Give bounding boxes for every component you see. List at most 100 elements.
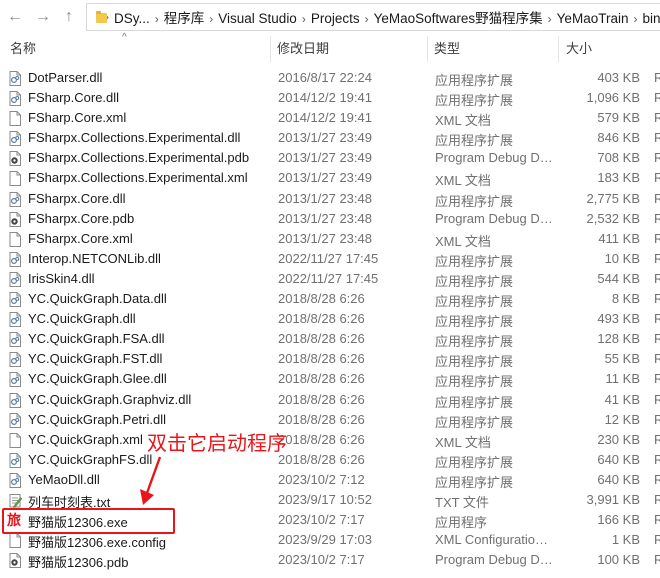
file-name: YC.QuickGraph.FSA.dll	[28, 331, 165, 347]
breadcrumb-item[interactable]: bin	[642, 11, 660, 26]
table-row[interactable]: YC.QuickGraph.Graphviz.dll 2018/8/28 6:26…	[0, 390, 660, 410]
truncated-column-text: R	[654, 210, 660, 226]
table-row[interactable]: FSharpx.Core.xml 2013/1/27 23:48 XML 文档 411…	[0, 229, 660, 249]
table-row[interactable]: YC.QuickGraph.Data.dll 2018/8/28 6:26 应用程序…	[0, 289, 660, 309]
pdb-icon	[9, 553, 21, 569]
file-type: 应用程序扩展	[435, 374, 514, 390]
file-date: 2013/1/27 23:48	[278, 210, 372, 226]
column-divider[interactable]	[558, 36, 559, 62]
file-type: 应用程序扩展	[435, 273, 514, 289]
file-size: 708 KB	[597, 150, 640, 166]
file-date: 2018/8/28 6:26	[278, 351, 365, 367]
dll-icon	[9, 472, 21, 488]
breadcrumb-item[interactable]: YeMaoTrain	[557, 11, 629, 26]
truncated-column-text: R	[654, 190, 660, 206]
truncated-column-text: R	[654, 552, 660, 568]
dll-icon	[9, 412, 21, 428]
file-type: XML 文档	[435, 113, 491, 129]
table-row[interactable]: FSharp.Core.xml 2014/12/2 19:41 XML 文档 579 …	[0, 108, 660, 128]
file-size: 544 KB	[597, 270, 640, 286]
dll-icon	[9, 372, 21, 388]
annotation-arrow	[140, 456, 162, 505]
table-row[interactable]: YC.QuickGraph.FST.dll 2018/8/28 6:26 应用程序扩…	[0, 349, 660, 369]
file-type: 应用程序扩展	[435, 354, 514, 370]
dll-icon	[9, 312, 21, 328]
table-row[interactable]: FSharpx.Collections.Experimental.pdb 2013…	[0, 148, 660, 168]
address-bar[interactable]: › DSy... › 程序库 › Visual Studio › Projects › YeMa…	[86, 3, 660, 31]
file-type: 应用程序扩展	[435, 474, 514, 490]
table-row[interactable]: YC.QuickGraph.FSA.dll 2018/8/28 6:26 应用程序扩…	[0, 329, 660, 349]
file-date: 2016/8/17 22:24	[278, 70, 372, 85]
table-row[interactable]: FSharpx.Collections.Experimental.xml 2013…	[0, 168, 660, 188]
table-row[interactable]: YC.QuickGraphFS.dll 2018/8/28 6:26 应用程序扩展 6…	[0, 450, 660, 470]
up-arrow-icon[interactable]: ↑	[58, 6, 80, 28]
column-type[interactable]: 类型	[434, 34, 460, 64]
table-row[interactable]: FSharpx.Core.dll 2013/1/27 23:48 应用程序扩展 2,7…	[0, 189, 660, 209]
table-row[interactable]: 野猫版12306.pdb 2023/10/2 7:17 Program Debug …	[0, 550, 660, 570]
table-row[interactable]: FSharp.Core.dll 2014/12/2 19:41 应用程序扩展 1,09…	[0, 88, 660, 108]
file-name: YeMaoDll.dll	[28, 471, 100, 487]
chevron-right-icon: ›	[301, 12, 306, 26]
table-row[interactable]: Interop.NETCONLib.dll 2022/11/27 17:45 应用程…	[0, 249, 660, 269]
breadcrumb-item[interactable]: Visual Studio	[218, 11, 297, 26]
file-size: 11 KB	[605, 371, 640, 387]
file-type: XML 文档	[435, 233, 491, 249]
column-divider[interactable]	[427, 36, 428, 62]
file-size: 100 KB	[597, 552, 640, 568]
txt-icon	[9, 493, 22, 508]
file-type: 应用程序扩展	[435, 414, 514, 430]
truncated-column-text: R	[654, 291, 660, 307]
dll-icon	[9, 452, 21, 468]
file-name: FSharpx.Collections.Experimental.xml	[28, 170, 248, 186]
file-type: XML 文档	[435, 434, 491, 450]
table-row[interactable]: DotParser.dll 2016/8/17 22:24 应用程序扩展 403 KB…	[0, 68, 660, 88]
breadcrumb-item[interactable]: YeMaoSoftwares野猫程序集	[374, 7, 543, 27]
truncated-column-text: R	[654, 471, 660, 487]
breadcrumb: DSy... › 程序库 › Visual Studio › Projects › YeMaoS…	[114, 7, 660, 27]
table-row[interactable]: IrisSkin4.dll 2022/11/27 17:45 应用程序扩展 544 K…	[0, 269, 660, 289]
file-date: 2018/8/28 6:26	[278, 431, 365, 447]
truncated-column-text: R	[654, 70, 660, 85]
table-row[interactable]: FSharpx.Collections.Experimental.dll 2013…	[0, 128, 660, 148]
table-row[interactable]: FSharpx.Core.pdb 2013/1/27 23:48 Program D…	[0, 209, 660, 229]
file-date: 2023/10/2 7:17	[278, 512, 365, 528]
dll-icon	[9, 332, 21, 348]
annotation-text: 双击它启动程序	[147, 431, 287, 455]
table-row[interactable]: YC.QuickGraph.dll 2018/8/28 6:26 应用程序扩展 493…	[0, 309, 660, 329]
file-name: YC.QuickGraph.Data.dll	[28, 291, 167, 307]
column-size[interactable]: 大小	[566, 34, 592, 64]
column-divider[interactable]	[270, 36, 271, 62]
file-name: IrisSkin4.dll	[28, 270, 95, 286]
file-date: 2013/1/27 23:49	[278, 170, 372, 186]
file-name: FSharpx.Core.pdb	[28, 210, 135, 226]
table-row[interactable]: YC.QuickGraph.Glee.dll 2018/8/28 6:26 应用程序…	[0, 369, 660, 389]
table-row[interactable]: YeMaoDll.dll 2023/10/2 7:12 应用程序扩展 640 KB R	[0, 470, 660, 490]
breadcrumb-item[interactable]: 程序库	[164, 7, 205, 27]
file-size: 128 KB	[597, 331, 640, 347]
truncated-column-text: R	[654, 491, 660, 507]
forward-arrow-icon[interactable]: →	[32, 6, 54, 28]
dll-icon	[9, 352, 21, 368]
column-date[interactable]: 修改日期	[277, 34, 329, 64]
file-type: XML 文档	[435, 173, 491, 189]
column-name[interactable]: 名称	[10, 34, 36, 64]
dll-icon	[9, 251, 21, 267]
truncated-column-text: R	[654, 431, 660, 447]
file-name: YC.QuickGraph.FST.dll	[28, 351, 163, 367]
file-size: 640 KB	[597, 471, 640, 487]
truncated-column-text: R	[654, 532, 660, 548]
truncated-column-text: R	[654, 170, 660, 186]
table-row[interactable]: YC.QuickGraph.Petri.dll 2018/8/28 6:26 应用程…	[0, 410, 660, 430]
breadcrumb-item[interactable]: Projects	[311, 11, 360, 26]
table-row[interactable]: YC.QuickGraph.xml 2018/8/28 6:26 XML 文档 230…	[0, 430, 660, 450]
file-name: FSharpx.Core.xml	[28, 230, 133, 246]
truncated-column-text: R	[654, 230, 660, 246]
breadcrumb-item[interactable]: DSy...	[114, 11, 150, 26]
truncated-column-text: R	[654, 451, 660, 467]
file-name: YC.QuickGraph.Petri.dll	[28, 411, 166, 427]
back-arrow-icon[interactable]: ←	[4, 6, 26, 28]
file-name: YC.QuickGraphFS.dll	[28, 451, 153, 467]
file-name: 野猫版12306.exe.config	[28, 535, 167, 551]
file-name: YC.QuickGraph.Glee.dll	[28, 371, 167, 387]
file-type: 应用程序	[435, 515, 488, 531]
